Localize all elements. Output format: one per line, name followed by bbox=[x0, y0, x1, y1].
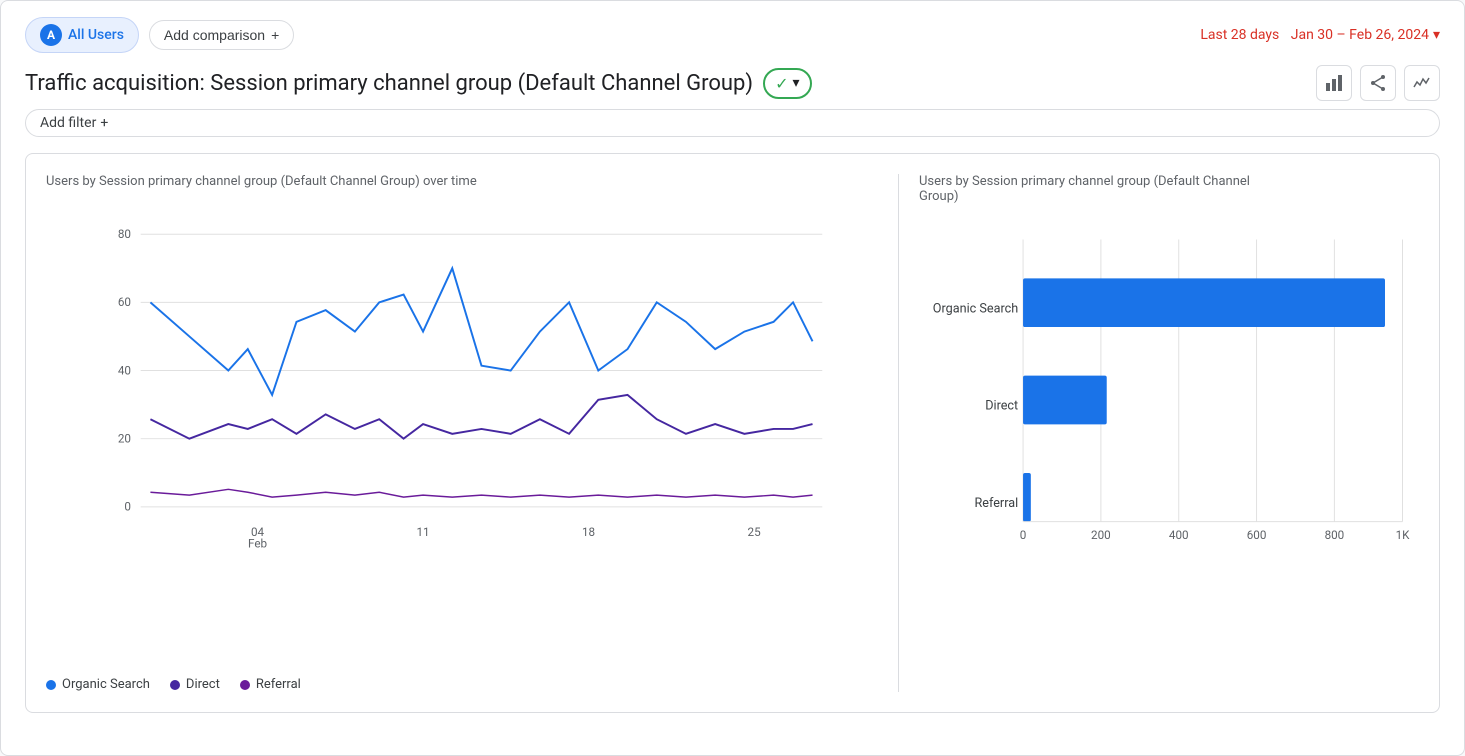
chevron-down-icon: ▾ bbox=[1433, 27, 1440, 43]
svg-text:600: 600 bbox=[1247, 528, 1267, 542]
organic-search-legend-label: Organic Search bbox=[62, 677, 150, 692]
bar-chart-svg: Organic Search Direct Referral 0 200 400… bbox=[919, 220, 1419, 580]
date-range-value: Jan 30 – Feb 26, 2024 bbox=[1291, 27, 1429, 43]
add-comparison-button[interactable]: Add comparison + bbox=[149, 20, 294, 50]
all-users-chip[interactable]: A All Users bbox=[25, 17, 139, 53]
page-title: Traffic acquisition: Session primary cha… bbox=[25, 71, 753, 96]
bar-chart-subtitle: Users by Session primary channel group (… bbox=[919, 174, 1419, 204]
organic-search-legend-dot bbox=[46, 680, 56, 690]
add-comparison-label: Add comparison bbox=[164, 27, 265, 43]
date-range[interactable]: Last 28 days Jan 30 – Feb 26, 2024 ▾ bbox=[1200, 27, 1440, 43]
check-icon: ✓ bbox=[775, 74, 788, 93]
line-chart-subtitle: Users by Session primary channel group (… bbox=[46, 174, 878, 189]
line-chart-section: Users by Session primary channel group (… bbox=[46, 174, 878, 692]
chart-icon-button[interactable] bbox=[1316, 65, 1352, 101]
line-chart-svg: 80 60 40 20 0 04 Feb 11 18 25 bbox=[46, 205, 878, 575]
chart-icon bbox=[1324, 73, 1344, 93]
title-actions bbox=[1316, 65, 1440, 101]
svg-text:11: 11 bbox=[416, 525, 429, 539]
svg-text:Feb: Feb bbox=[248, 537, 268, 551]
svg-text:Direct: Direct bbox=[985, 399, 1018, 414]
all-users-label: All Users bbox=[68, 27, 124, 43]
title-row: Traffic acquisition: Session primary cha… bbox=[25, 65, 1440, 101]
title-left: Traffic acquisition: Session primary cha… bbox=[25, 68, 812, 99]
bar-chart-section: Users by Session primary channel group (… bbox=[919, 174, 1419, 692]
svg-text:0: 0 bbox=[1020, 528, 1027, 542]
svg-text:1K: 1K bbox=[1396, 528, 1411, 542]
direct-legend-label: Direct bbox=[186, 677, 220, 692]
direct-legend-dot bbox=[170, 680, 180, 690]
add-filter-button[interactable]: Add filter + bbox=[25, 109, 1440, 137]
svg-text:200: 200 bbox=[1091, 528, 1111, 542]
charts-container: Users by Session primary channel group (… bbox=[25, 153, 1440, 713]
svg-text:Organic Search: Organic Search bbox=[933, 301, 1018, 316]
referral-legend-dot bbox=[240, 680, 250, 690]
svg-text:25: 25 bbox=[748, 525, 762, 539]
legend-item-direct: Direct bbox=[170, 677, 220, 692]
check-button[interactable]: ✓ ▾ bbox=[763, 68, 811, 99]
svg-text:Referral: Referral bbox=[975, 496, 1019, 511]
legend: Organic Search Direct Referral bbox=[46, 669, 878, 692]
add-filter-plus-icon: + bbox=[100, 115, 108, 131]
line-chart-area: 80 60 40 20 0 04 Feb 11 18 25 bbox=[46, 205, 878, 659]
legend-item-referral: Referral bbox=[240, 677, 301, 692]
referral-legend-label: Referral bbox=[256, 677, 301, 692]
chevron-down-icon-title: ▾ bbox=[792, 75, 799, 91]
svg-text:800: 800 bbox=[1325, 528, 1345, 542]
all-users-avatar: A bbox=[40, 24, 62, 46]
legend-item-organic-search: Organic Search bbox=[46, 677, 150, 692]
share-icon bbox=[1368, 73, 1388, 93]
svg-text:80: 80 bbox=[118, 227, 131, 241]
share-icon-button[interactable] bbox=[1360, 65, 1396, 101]
main-container: A All Users Add comparison + Last 28 day… bbox=[0, 0, 1465, 756]
plus-icon: + bbox=[271, 27, 279, 43]
svg-text:18: 18 bbox=[582, 525, 595, 539]
svg-text:20: 20 bbox=[118, 432, 131, 446]
top-left: A All Users Add comparison + bbox=[25, 17, 294, 53]
chart-divider bbox=[898, 174, 899, 692]
svg-text:40: 40 bbox=[118, 363, 131, 377]
svg-text:400: 400 bbox=[1169, 528, 1189, 542]
svg-text:60: 60 bbox=[118, 295, 131, 309]
date-prefix: Last 28 days bbox=[1200, 27, 1279, 43]
scatter-icon bbox=[1412, 73, 1432, 93]
add-filter-label: Add filter bbox=[40, 115, 96, 131]
scatter-icon-button[interactable] bbox=[1404, 65, 1440, 101]
svg-text:0: 0 bbox=[124, 500, 131, 514]
top-bar: A All Users Add comparison + Last 28 day… bbox=[25, 17, 1440, 53]
